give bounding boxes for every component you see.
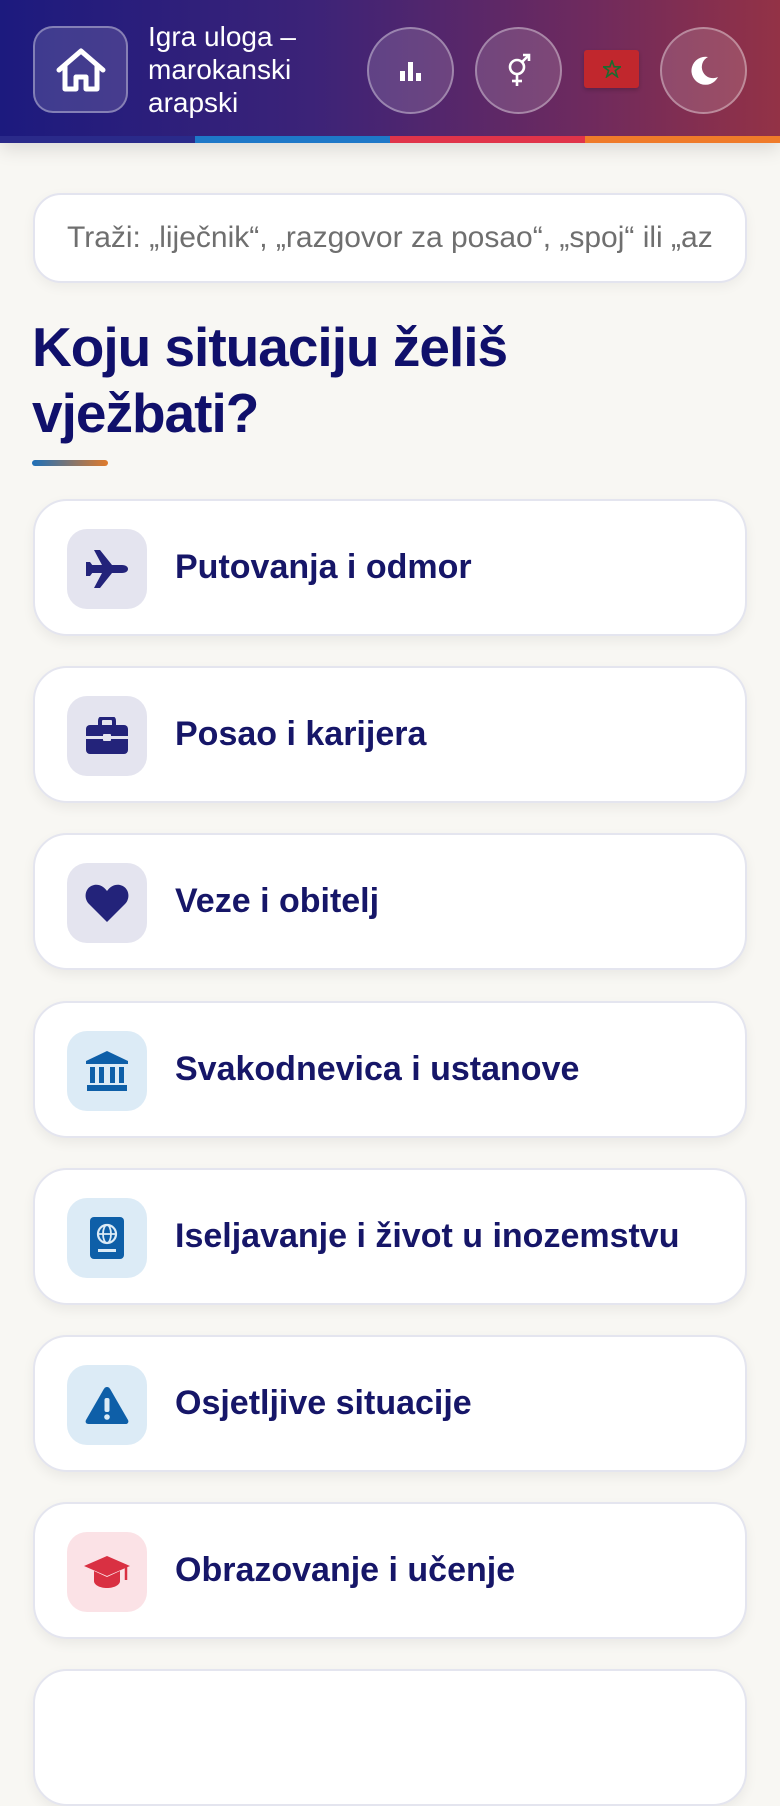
title-underline	[32, 460, 108, 466]
header-stripe	[585, 136, 780, 143]
category-icon-box	[67, 529, 147, 609]
header-stripe	[195, 136, 390, 143]
category-card-education[interactable]: Obrazovanje i učenje	[33, 1502, 747, 1639]
category-card-work[interactable]: Posao i karijera	[33, 666, 747, 803]
category-label: Svakodnevica i ustanove	[175, 1050, 580, 1088]
category-icon-box	[67, 696, 147, 776]
briefcase-icon	[86, 717, 128, 754]
bar-chart-icon	[399, 61, 421, 81]
category-label: Obrazovanje i učenje	[175, 1551, 516, 1589]
theme-toggle-button[interactable]	[660, 27, 747, 114]
gender-icon	[508, 53, 530, 86]
app-title-line: arapski	[148, 87, 239, 118]
search-box[interactable]	[33, 193, 747, 283]
category-card-travel[interactable]: Putovanja i odmor	[33, 499, 747, 636]
search-input[interactable]	[67, 221, 713, 255]
category-icon-box	[67, 863, 147, 943]
warning-icon	[85, 1387, 129, 1424]
graduation-cap-icon	[84, 1556, 130, 1588]
category-label: Posao i karijera	[175, 715, 427, 753]
category-icon-box	[67, 1031, 147, 1111]
passport-icon	[90, 1217, 124, 1259]
airplane-icon	[86, 550, 128, 588]
stats-button[interactable]	[367, 27, 454, 114]
header-stripe	[0, 136, 195, 143]
category-card-everyday[interactable]: Svakodnevica i ustanove	[33, 1001, 747, 1138]
app-title: Igra uloga – marokanski arapski	[148, 20, 348, 119]
category-icon-box	[67, 1532, 147, 1612]
category-label: Putovanja i odmor	[175, 548, 472, 586]
app-title-line: marokanski	[148, 54, 292, 85]
category-card-emigration[interactable]: Iseljavanje i život u inozemstvu	[33, 1168, 747, 1305]
morocco-flag-icon[interactable]	[584, 50, 639, 88]
category-label: Osjetljive situacije	[175, 1384, 472, 1422]
institution-icon	[86, 1051, 128, 1091]
header-stripe	[390, 136, 585, 143]
heart-icon	[85, 884, 129, 922]
category-label: Iseljavanje i život u inozemstvu	[175, 1217, 680, 1255]
moon-icon	[690, 56, 718, 85]
app-header: Igra uloga – marokanski arapski	[0, 0, 780, 143]
category-card-next[interactable]	[33, 1669, 747, 1806]
flag-star-icon	[602, 60, 621, 78]
category-icon-box	[67, 1198, 147, 1278]
app-title-line: Igra uloga –	[148, 21, 296, 52]
page-title: Koju situaciju želiš vježbati?	[32, 316, 508, 444]
gender-button[interactable]	[475, 27, 562, 114]
category-label: Veze i obitelj	[175, 882, 380, 920]
home-button[interactable]	[33, 26, 128, 113]
category-card-sensitive[interactable]: Osjetljive situacije	[33, 1335, 747, 1472]
home-icon	[56, 48, 105, 91]
category-card-relationships[interactable]: Veze i obitelj	[33, 833, 747, 970]
category-icon-box	[67, 1365, 147, 1445]
